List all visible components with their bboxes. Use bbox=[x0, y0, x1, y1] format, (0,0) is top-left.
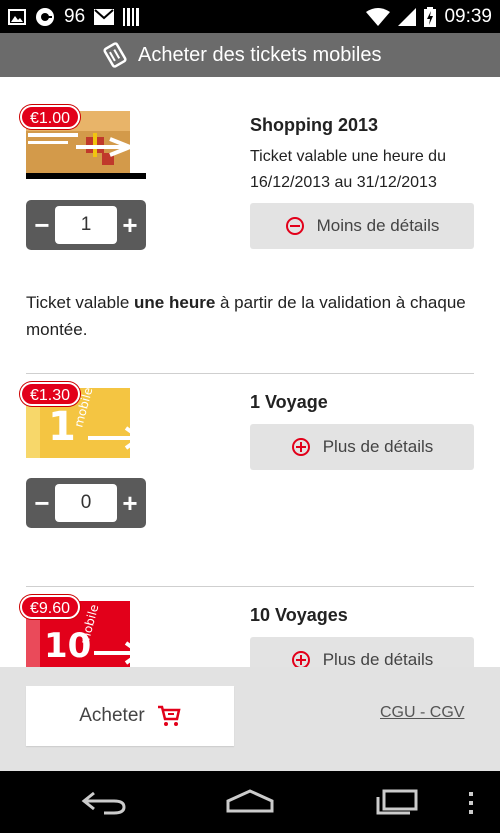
plus-circle-icon bbox=[291, 437, 311, 457]
ticket-list[interactable]: €1.00 Shopping 2013 Ticket valable une h… bbox=[0, 77, 500, 667]
quantity-stepper: − 1 + bbox=[26, 200, 146, 250]
clock: 09:39 bbox=[444, 5, 492, 27]
circle-app-icon bbox=[35, 7, 55, 27]
buy-button[interactable]: Acheter bbox=[26, 686, 234, 746]
details-label: Plus de détails bbox=[322, 437, 434, 456]
price-badge: €1.00 bbox=[20, 105, 81, 129]
svg-text:1: 1 bbox=[48, 404, 76, 450]
image-icon bbox=[8, 8, 26, 25]
minus-circle-icon bbox=[285, 216, 305, 236]
barcode-icon bbox=[123, 7, 140, 26]
signal-icon bbox=[398, 7, 417, 26]
ticket-name: 1 Voyage bbox=[250, 392, 328, 412]
ticket-long-description: Ticket valable une heure à partir de la … bbox=[26, 293, 466, 339]
battery-charging-icon bbox=[424, 6, 437, 27]
page-title: Acheter des tickets mobiles bbox=[138, 43, 382, 66]
ticket-item: €1.00 Shopping 2013 Ticket valable une h… bbox=[0, 77, 500, 377]
cgu-cgv-link[interactable]: CGU - CGV bbox=[380, 704, 464, 722]
action-bar: Acheter des tickets mobiles bbox=[0, 33, 500, 77]
details-label: Plus de détails bbox=[322, 650, 434, 667]
price-badge: €9.60 bbox=[20, 595, 81, 619]
more-details-button[interactable]: Plus de détails bbox=[250, 424, 474, 470]
home-icon[interactable] bbox=[224, 789, 276, 815]
quantity-field[interactable]: 1 bbox=[55, 206, 117, 244]
notification-count: 96 bbox=[64, 5, 86, 27]
mail-icon bbox=[94, 8, 115, 25]
increment-button[interactable]: + bbox=[122, 490, 138, 516]
decrement-button[interactable]: − bbox=[34, 212, 50, 238]
recents-icon[interactable] bbox=[374, 789, 420, 815]
navigation-bar bbox=[0, 771, 500, 833]
ticket-item: 10 mobile €9.60 10 Voyages Plus de détai… bbox=[0, 587, 500, 667]
ticket-icon bbox=[102, 42, 128, 68]
price-badge: €1.30 bbox=[20, 382, 81, 406]
increment-button[interactable]: + bbox=[122, 212, 138, 238]
plus-circle-icon bbox=[291, 650, 311, 667]
back-icon[interactable] bbox=[80, 789, 126, 815]
buy-label: Acheter bbox=[79, 705, 145, 726]
wifi-icon bbox=[366, 7, 391, 26]
overflow-menu-icon[interactable] bbox=[466, 791, 476, 815]
ticket-item: 1 mobile €1.30 1 Voyage Plus de détails … bbox=[0, 374, 500, 586]
checkout-panel: Acheter CGU - CGV bbox=[0, 667, 500, 771]
ticket-name: 10 Voyages bbox=[250, 605, 348, 625]
ticket-description: Ticket valable une heure du 16/12/2013 a… bbox=[250, 148, 446, 191]
more-details-button[interactable]: Plus de détails bbox=[250, 637, 474, 667]
ticket-name: Shopping 2013 bbox=[250, 115, 379, 135]
quantity-stepper: − 0 + bbox=[26, 478, 146, 528]
quantity-field[interactable]: 0 bbox=[55, 484, 117, 522]
cart-icon bbox=[157, 705, 181, 727]
details-label: Moins de détails bbox=[316, 216, 440, 235]
decrement-button[interactable]: − bbox=[34, 490, 50, 516]
less-details-button[interactable]: Moins de détails bbox=[250, 203, 474, 249]
status-bar: 96 09:39 bbox=[0, 0, 500, 33]
